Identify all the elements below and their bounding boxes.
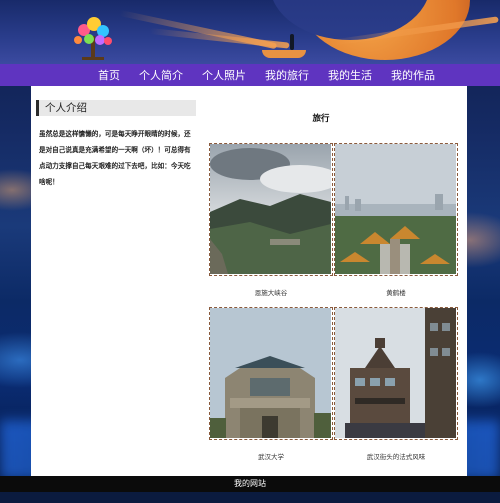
content-panel: 个人介绍 虽然总是这样慵懒的，可是每天睁开眼睛的时候，还是对自己说真是充满希望的… xyxy=(31,86,467,476)
photo-caption: 黄鹤楼 xyxy=(386,289,406,297)
nav-item-travel[interactable]: 我的旅行 xyxy=(265,67,309,83)
nav-item-profile[interactable]: 个人简介 xyxy=(139,67,183,83)
photo-wuhan-university[interactable] xyxy=(209,307,333,440)
photo-french-street[interactable] xyxy=(334,307,458,440)
nav-item-home[interactable]: 首页 xyxy=(98,67,120,83)
photo-yellow-crane-tower[interactable] xyxy=(334,143,458,276)
french-style-street-photo xyxy=(335,308,456,438)
boat-illustration xyxy=(262,50,306,58)
photo-caption: 恩施大峡谷 xyxy=(254,289,288,297)
photo-caption: 武汉街头的法式风味 xyxy=(366,453,426,461)
heart-tree-logo-icon xyxy=(74,17,112,60)
site-footer: 我的网站 xyxy=(0,476,500,492)
nav-item-works[interactable]: 我的作品 xyxy=(391,67,435,83)
mountain-valley-photo xyxy=(210,144,332,274)
wuhan-university-gate-photo xyxy=(210,308,331,438)
photo-mountain-valley[interactable] xyxy=(209,143,333,276)
main-nav: 首页 个人简介 个人照片 我的旅行 我的生活 我的作品 xyxy=(0,64,500,86)
nav-item-photos[interactable]: 个人照片 xyxy=(202,67,246,83)
yellow-crane-tower-photo xyxy=(335,144,456,274)
photo-caption: 武汉大学 xyxy=(258,453,284,461)
sidebar-title: 个人介绍 xyxy=(36,100,196,116)
footer-background xyxy=(0,492,500,503)
sidebar-intro-text: 虽然总是这样慵懒的，可是每天睁开眼睛的时候，还是对自己说真是充满希望的一天啊（坏… xyxy=(39,130,191,186)
person-silhouette xyxy=(290,34,294,50)
nav-item-life[interactable]: 我的生活 xyxy=(328,67,372,83)
gallery-title: 旅行 xyxy=(312,114,330,124)
header-banner xyxy=(0,0,500,64)
